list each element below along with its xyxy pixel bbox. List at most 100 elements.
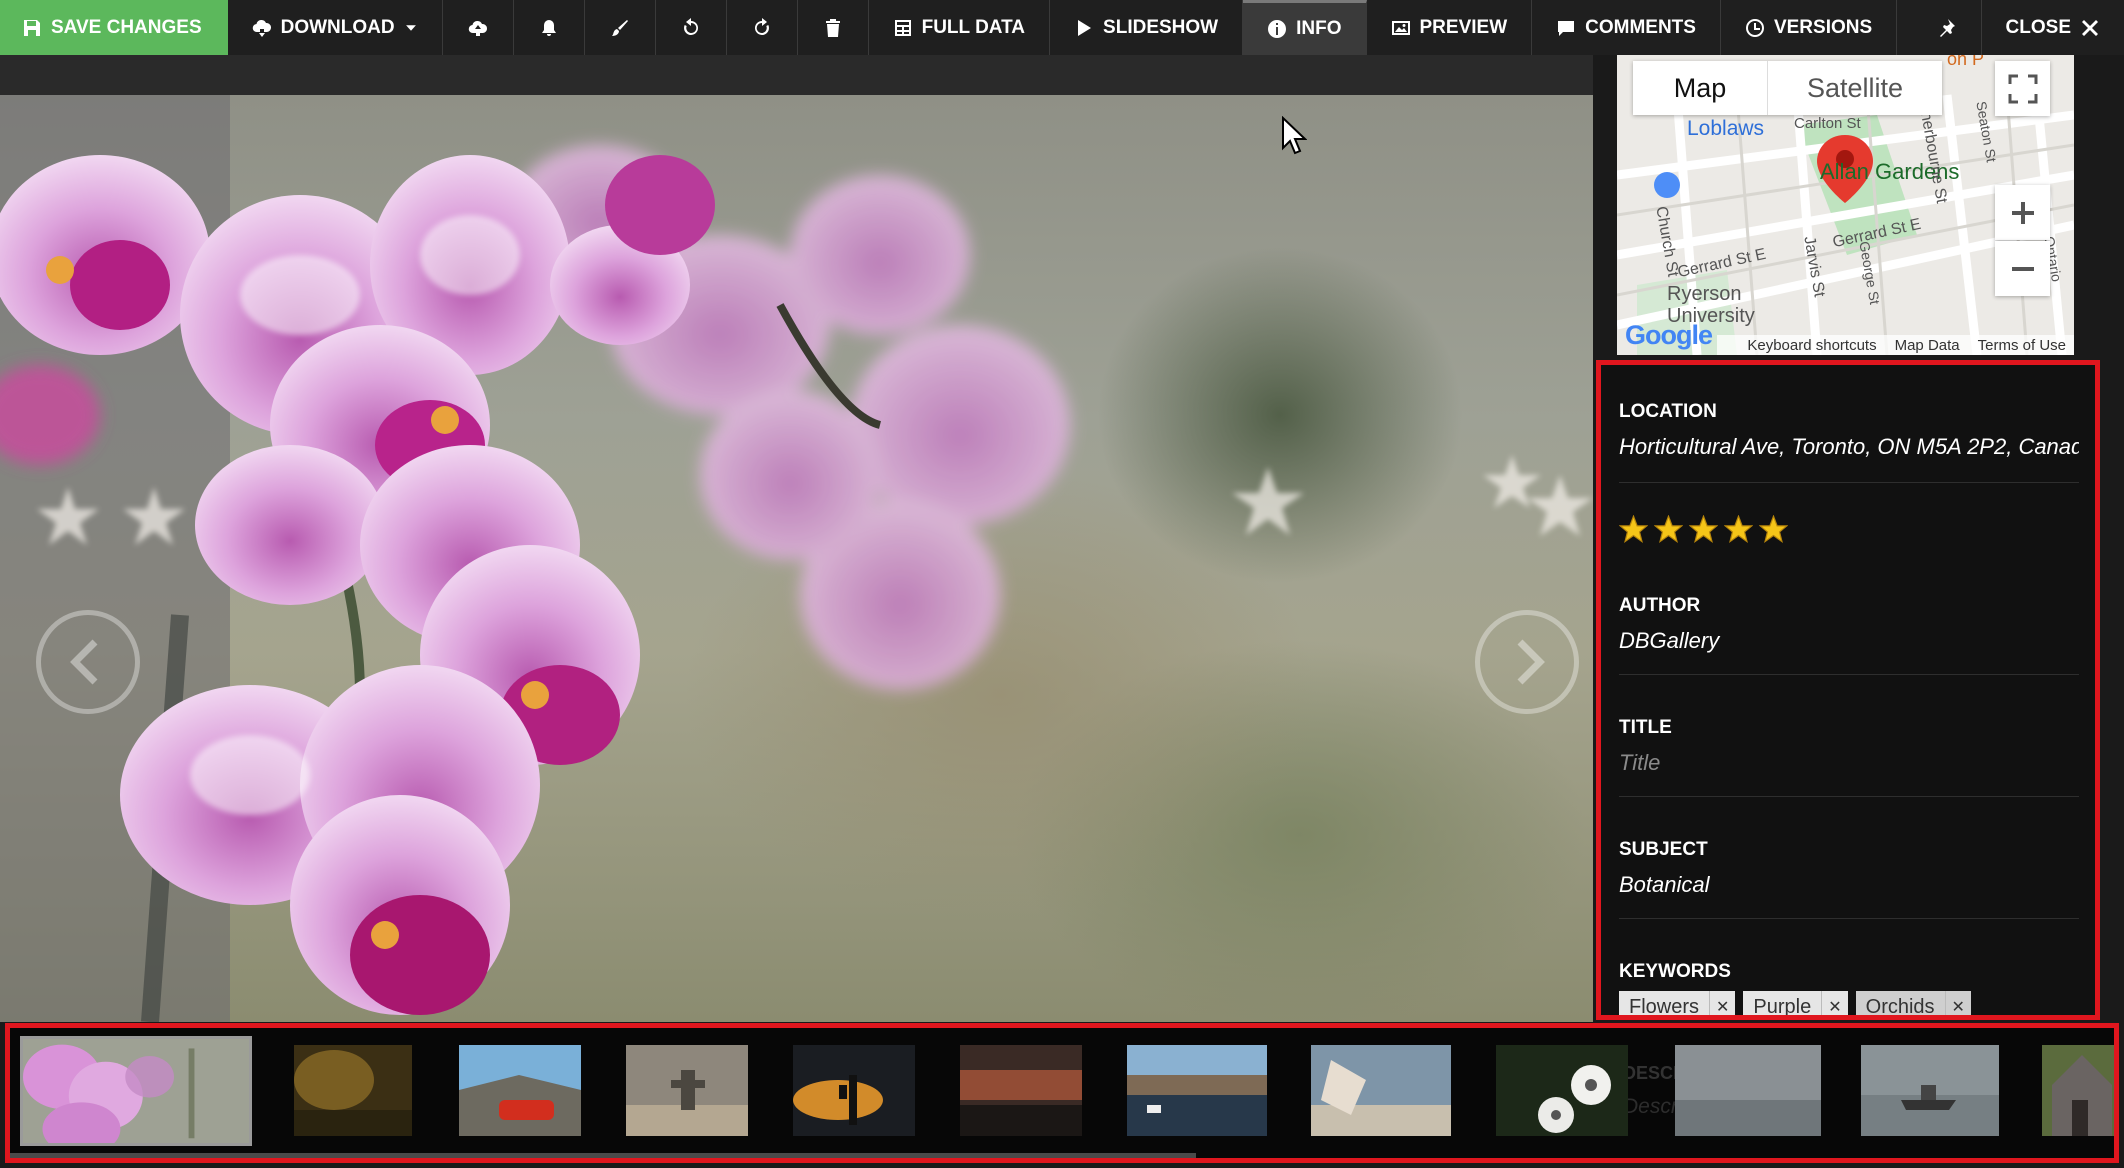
star-icon[interactable] [1724,515,1753,544]
thumbnail-orchids[interactable] [20,1036,252,1146]
download-button[interactable]: DOWNLOAD [228,0,443,55]
photo-viewer [0,55,1593,1022]
star-icon[interactable] [1654,515,1683,544]
subject-label: SUBJECT [1619,839,1708,860]
delete-button[interactable] [798,0,869,55]
google-logo: Google [1625,320,1713,350]
keyword-text: Orchids [1865,995,1935,1018]
keyword-tag[interactable]: Orchids ✕ [1855,991,1971,1018]
upload-button[interactable] [443,0,514,55]
brush-icon [611,19,628,36]
thumbnail-harbour-village[interactable] [1127,1045,1267,1136]
subject-value[interactable]: Botanical [1619,872,2079,898]
thumbnail-white-daisies[interactable] [1496,1045,1628,1136]
cloud-upload-icon [468,20,487,36]
star-icon[interactable] [1759,515,1788,544]
chevron-right-icon [1517,639,1545,685]
remove-keyword-icon[interactable]: ✕ [1821,991,1847,1015]
thumbnail-boat-fog[interactable] [1861,1045,1999,1136]
full-data-label: FULL DATA [921,16,1026,38]
notify-button[interactable] [514,0,585,55]
save-changes-button[interactable]: SAVE CHANGES [0,0,228,55]
street-carlton: Carlton St [1794,115,1861,132]
location-map[interactable]: Loblaws Allan Gardens Ryerson University… [1617,55,2074,355]
keywords-field: KEYWORDS Flowers ✕ Purple ✕ Orchids ✕ [1619,961,2079,1018]
keyword-text: Flowers [1629,995,1700,1018]
save-changes-label: SAVE CHANGES [51,16,202,38]
rotate-left-icon [683,17,698,35]
tab-preview[interactable]: PREVIEW [1367,0,1533,55]
tab-versions[interactable]: VERSIONS [1721,0,1898,55]
location-value[interactable]: Horticultural Ave, Toronto, ON M5A 2P2, … [1619,434,2079,460]
remove-keyword-icon[interactable]: ✕ [1709,991,1735,1015]
author-value[interactable]: DBGallery [1619,628,2079,654]
rotate-right-icon [754,17,769,35]
thumbnail-hammock-shore[interactable] [1311,1045,1451,1136]
map-tab-map[interactable]: Map [1633,61,1767,115]
orchid-photo-art [0,95,1593,1022]
close-label: CLOSE [2005,16,2071,38]
bell-icon [541,19,556,36]
filmstrip-scrollbar[interactable] [10,1153,1196,1158]
map-footer: Keyboard shortcuts Map Data Terms of Use [1717,335,2074,355]
remove-keyword-icon[interactable]: ✕ [1944,991,1971,1015]
rotate-right-button[interactable] [727,0,798,55]
download-label: DOWNLOAD [280,16,395,38]
image-icon [1391,20,1410,35]
filmstrip: DESCRIPTION Description [5,1023,2119,1163]
next-photo-button[interactable] [1475,610,1579,714]
author-label: AUTHOR [1619,595,1701,616]
map-type-toggle: Map Satellite [1633,61,1942,115]
keyboard-shortcuts-link[interactable]: Keyboard shortcuts [1747,337,1876,354]
thumbnail-inukshuk-beach[interactable] [626,1045,748,1136]
zoom-out-button[interactable] [1995,241,2050,296]
rotate-left-button[interactable] [656,0,727,55]
pin-button[interactable] [1911,0,1982,55]
edit-button[interactable] [585,0,656,55]
title-input[interactable]: Title [1619,750,2079,776]
star-icon[interactable] [1689,515,1718,544]
keyword-tag[interactable]: Flowers ✕ [1619,991,1736,1018]
slideshow-label: SLIDESHOW [1103,16,1219,38]
thumbnail-foggy-street[interactable] [294,1045,412,1136]
chevron-left-icon [70,639,98,685]
thumbnail-dusk-landscape[interactable] [960,1045,1082,1136]
close-button[interactable]: CLOSE [1982,0,2124,55]
location-field: LOCATION Horticultural Ave, Toronto, ON … [1619,401,2079,483]
title-label: TITLE [1619,717,1672,738]
table-icon [894,19,911,36]
caret-down-icon [405,24,416,31]
thumbnail-cactus-sunset[interactable] [793,1045,915,1136]
map-fullscreen-button[interactable] [1995,61,2050,116]
info-panel: LOCATION Horticultural Ave, Toronto, ON … [1596,360,2100,1020]
map-tab-satellite[interactable]: Satellite [1767,61,1942,115]
location-label: LOCATION [1619,401,1717,422]
rating-stars[interactable] [1619,515,1788,544]
keywords-tags: Flowers ✕ Purple ✕ Orchids ✕ [1619,991,2079,1018]
map-data-link[interactable]: Map Data [1895,337,1960,354]
full-data-button[interactable]: FULL DATA [869,0,1051,55]
zoom-in-button[interactable] [1995,185,2050,240]
map-label-loblaws: Loblaws [1687,117,1765,140]
save-icon [24,19,40,36]
versions-label: VERSIONS [1773,16,1873,38]
mouse-cursor-icon [1282,116,1307,155]
thumbnail-misty-lake[interactable] [1675,1045,1821,1136]
cloud-download-icon [252,19,271,37]
keywords-label: KEYWORDS [1619,961,1731,982]
thumbnail-stone-chapel[interactable] [2042,1045,2119,1136]
preview-label: PREVIEW [1419,16,1508,38]
tab-comments[interactable]: COMMENTS [1532,0,1721,55]
tab-info[interactable]: INFO [1243,0,1367,55]
close-icon [2082,19,2098,36]
previous-photo-button[interactable] [36,610,140,714]
play-icon [1078,19,1092,36]
thumbnail-red-car-coast[interactable] [459,1045,581,1136]
keyword-tag[interactable]: Purple ✕ [1743,991,1848,1015]
slideshow-button[interactable]: SLIDESHOW [1050,0,1244,55]
clock-icon [1745,18,1764,37]
terms-of-use-link[interactable]: Terms of Use [1978,337,2066,354]
plus-icon [2011,201,2034,224]
star-icon[interactable] [1619,515,1648,544]
pin-icon [1939,18,1955,37]
